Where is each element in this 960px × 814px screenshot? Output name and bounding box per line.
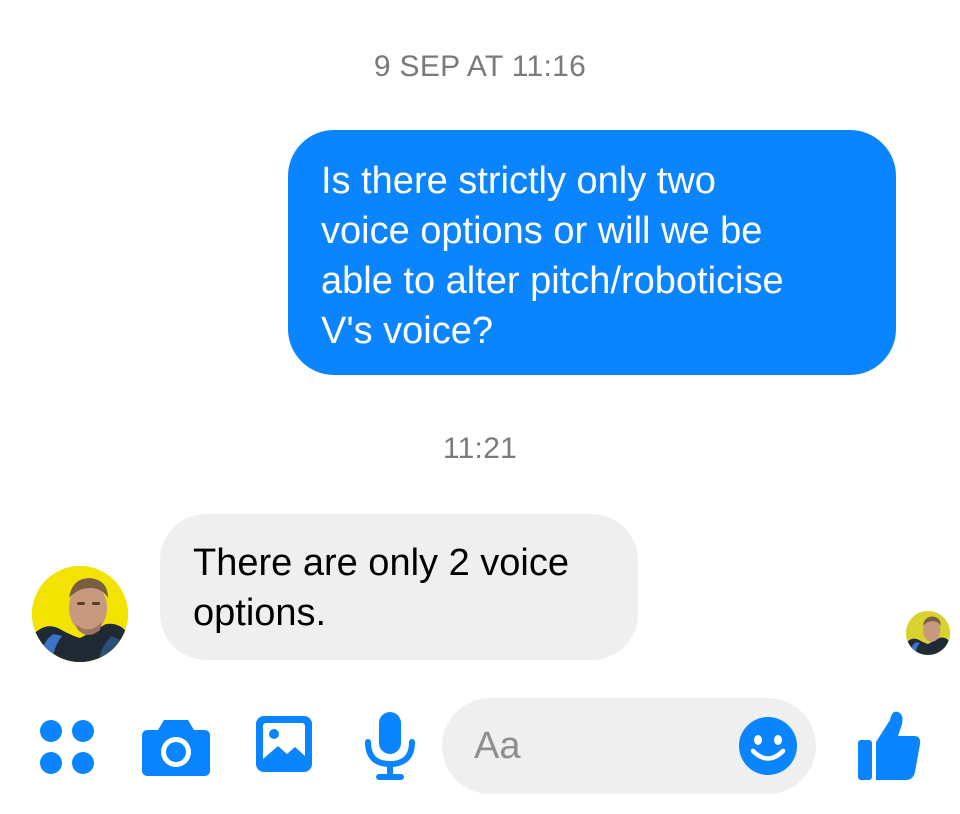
- camera-icon: [142, 720, 210, 776]
- timestamp-divider: 9 SEP AT 11:16: [373, 50, 587, 83]
- incoming-message-bubble[interactable]: There are only 2 voice options.: [160, 514, 638, 660]
- microphone-icon: [365, 712, 415, 780]
- message-line: voice options or will we be: [321, 210, 763, 252]
- emoji-icon: [739, 717, 797, 775]
- microphone-button[interactable]: [362, 710, 418, 782]
- message-line: There are only 2 voice: [193, 542, 569, 584]
- emoji-button[interactable]: [738, 716, 798, 776]
- contact-avatar-image: [32, 566, 128, 662]
- timestamp-divider: 11:21: [442, 432, 518, 465]
- apps-icon: [40, 720, 94, 774]
- message-line: Is there strictly only two: [321, 160, 716, 202]
- message-composer: [0, 690, 960, 800]
- gallery-button[interactable]: [254, 714, 314, 774]
- camera-button[interactable]: [140, 714, 212, 778]
- outgoing-message-bubble[interactable]: Is there strictly only two voice options…: [288, 130, 896, 375]
- seen-receipt-avatar: [906, 611, 950, 655]
- like-button[interactable]: [856, 706, 922, 782]
- gallery-icon: [256, 716, 312, 772]
- message-input-container[interactable]: [442, 698, 816, 794]
- message-line: V's voice?: [321, 310, 494, 352]
- apps-button[interactable]: [36, 716, 98, 778]
- thumbs-up-icon: [858, 711, 921, 780]
- chat-screen: 9 SEP AT 11:16 Is there strictly only tw…: [0, 0, 960, 814]
- seen-receipt-avatar-image: [906, 611, 950, 655]
- message-line: able to alter pitch/roboticise: [321, 260, 784, 302]
- message-input[interactable]: [474, 716, 734, 776]
- message-line: options.: [193, 592, 327, 634]
- contact-avatar[interactable]: [32, 566, 128, 662]
